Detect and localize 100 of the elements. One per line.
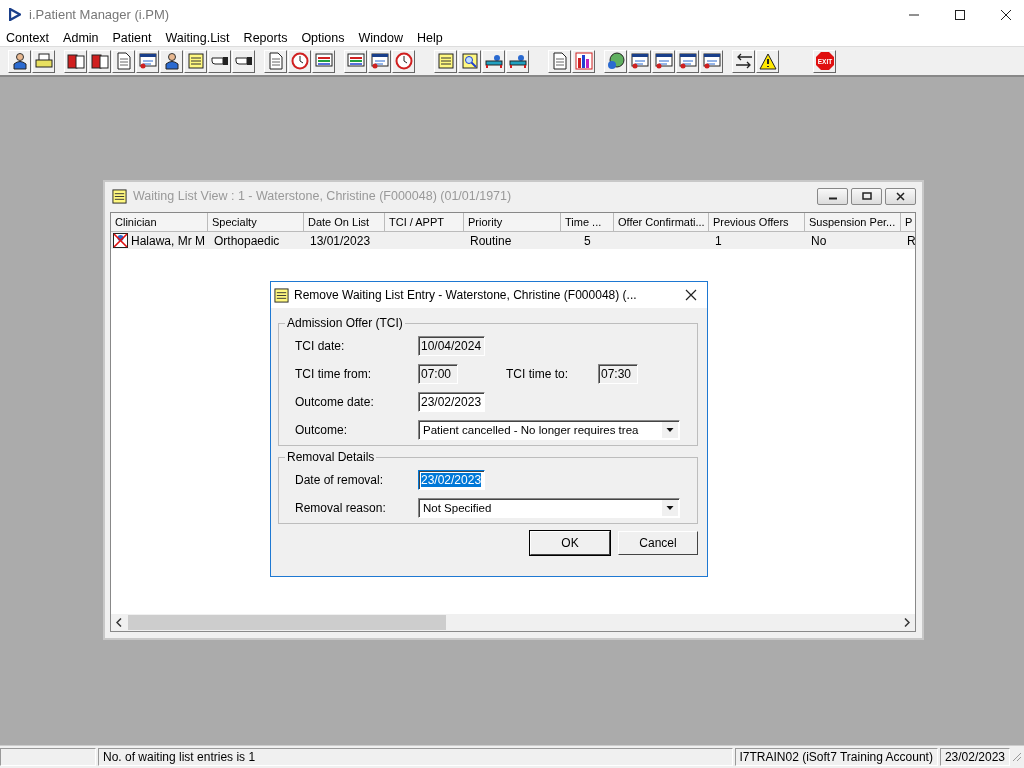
form-icon (702, 53, 721, 69)
bar-chart-icon (574, 52, 593, 70)
close-icon (896, 191, 905, 201)
dialog-button[interactable]: OK (530, 531, 610, 555)
printer-icon (34, 53, 53, 69)
dropdown[interactable]: Not Specified (418, 498, 680, 518)
toolbar-button[interactable] (208, 49, 231, 73)
menu-item[interactable]: Window (358, 30, 410, 45)
scroll-right-icon[interactable] (904, 618, 910, 627)
bed-icon (484, 53, 503, 69)
input-field[interactable]: 23/02/2023 (418, 392, 485, 412)
menu-item[interactable]: Reports (243, 30, 295, 45)
toolbar-button[interactable] (756, 49, 779, 73)
toolbar-button[interactable] (64, 49, 87, 73)
menu-item[interactable]: Admin (63, 30, 106, 45)
form-icon (678, 53, 697, 69)
arrows-icon (734, 52, 753, 70)
input-field[interactable]: 10/04/2024 (418, 336, 485, 356)
menu-item[interactable]: Patient (112, 30, 159, 45)
note-icon (112, 188, 127, 204)
maximize-icon[interactable] (954, 8, 966, 21)
close-icon[interactable] (1000, 8, 1012, 21)
column-header[interactable]: Clinician (111, 213, 208, 231)
input-field[interactable]: 23/02/2023 (418, 470, 485, 490)
toolbar-button[interactable] (732, 49, 755, 73)
minimize-button[interactable] (817, 187, 848, 205)
bed-icon (508, 53, 527, 69)
warning-icon (758, 52, 777, 70)
column-header[interactable]: Specialty (208, 213, 304, 231)
column-header[interactable]: Date On List (304, 213, 385, 231)
close-icon[interactable] (685, 289, 697, 301)
table-cell: 1 (715, 233, 722, 248)
column-header[interactable]: Time ... (561, 213, 614, 231)
document-icon (268, 52, 283, 70)
menu-item[interactable]: Help (416, 30, 450, 45)
table-cell: Orthopaedic (214, 233, 280, 248)
toolbar-button[interactable] (88, 49, 111, 73)
magnifier-icon (461, 53, 478, 69)
input-field[interactable]: 07:30 (598, 364, 638, 384)
note-icon (437, 53, 454, 69)
group-title: Removal Details (285, 450, 377, 464)
column-header[interactable]: TCI / APPT (385, 213, 464, 231)
toolbar-button[interactable] (160, 49, 183, 73)
column-header[interactable]: Offer Confirmati... (614, 213, 709, 231)
book-icon (90, 53, 109, 69)
toolbar-button[interactable] (572, 49, 595, 73)
status-text: No. of waiting list entries is 1 (98, 748, 733, 766)
scrollbar-thumb[interactable] (128, 615, 446, 630)
scroll-left-icon[interactable] (116, 618, 122, 627)
restore-button[interactable] (851, 187, 882, 205)
window-title: i.Patient Manager (i.PM) (29, 7, 170, 22)
toolbar-button[interactable] (700, 49, 723, 73)
monitor-icon (314, 53, 333, 69)
column-header[interactable]: Suspension Per... (805, 213, 901, 231)
clock-icon (394, 52, 413, 70)
toolbar-button[interactable] (506, 49, 529, 73)
menu-item[interactable]: Waiting.List (165, 30, 237, 45)
resize-grip-icon[interactable] (1012, 752, 1022, 762)
toolbar-button[interactable] (676, 49, 699, 73)
window-title: Waiting List View : 1 - Waterstone, Christine (F000048) (01/01/1971) (133, 189, 512, 203)
toolbar-button[interactable] (8, 49, 31, 73)
table-cell: Routine (470, 233, 512, 248)
toolbar-button[interactable] (652, 49, 675, 73)
menu-item[interactable]: Context (6, 30, 57, 45)
pointing-hand-icon (234, 54, 253, 68)
column-header[interactable]: P (901, 213, 915, 231)
restore-icon (861, 192, 872, 200)
table-cell: 5 (584, 233, 591, 248)
menu-item[interactable]: Options (301, 30, 352, 45)
toolbar-button[interactable] (604, 49, 627, 73)
dropdown[interactable]: Patient cancelled - No longer requires trea (418, 420, 680, 440)
column-header[interactable]: Priority (464, 213, 561, 231)
dialog-button[interactable]: Cancel (618, 531, 698, 555)
note-icon (187, 53, 204, 69)
horizontal-scrollbar[interactable] (111, 614, 915, 631)
field-label: TCI time from: (295, 367, 372, 381)
person-icon (162, 52, 181, 70)
toolbar-button[interactable] (136, 49, 159, 73)
field-label: Date of removal: (295, 473, 385, 487)
form-icon (630, 53, 649, 69)
close-button[interactable] (885, 187, 916, 205)
form-icon (370, 53, 389, 69)
field-label: Removal reason: (295, 501, 387, 515)
toolbar-button[interactable] (482, 49, 505, 73)
table-cell: Halawa, Mr M (131, 233, 205, 248)
document-icon (116, 52, 131, 70)
book-icon (66, 53, 85, 69)
note-icon (274, 287, 289, 303)
table-cell: No (811, 233, 827, 248)
input-field[interactable]: 07:00 (418, 364, 458, 384)
toolbar-button[interactable] (368, 49, 391, 73)
dialog-title: Remove Waiting List Entry - Waterstone, Christine (F000048) (... (294, 288, 637, 302)
toolbar-button[interactable] (232, 49, 255, 73)
field-label: Outcome: (295, 423, 349, 437)
field-label: TCI date: (295, 339, 346, 353)
status-text: I7TRAIN02 (iSoft7 Training Account) (734, 748, 938, 766)
form-icon (654, 53, 673, 69)
column-header[interactable]: Previous Offers (709, 213, 805, 231)
status-text: 23/02/2023 (939, 748, 1010, 766)
toolbar-button[interactable] (628, 49, 651, 73)
